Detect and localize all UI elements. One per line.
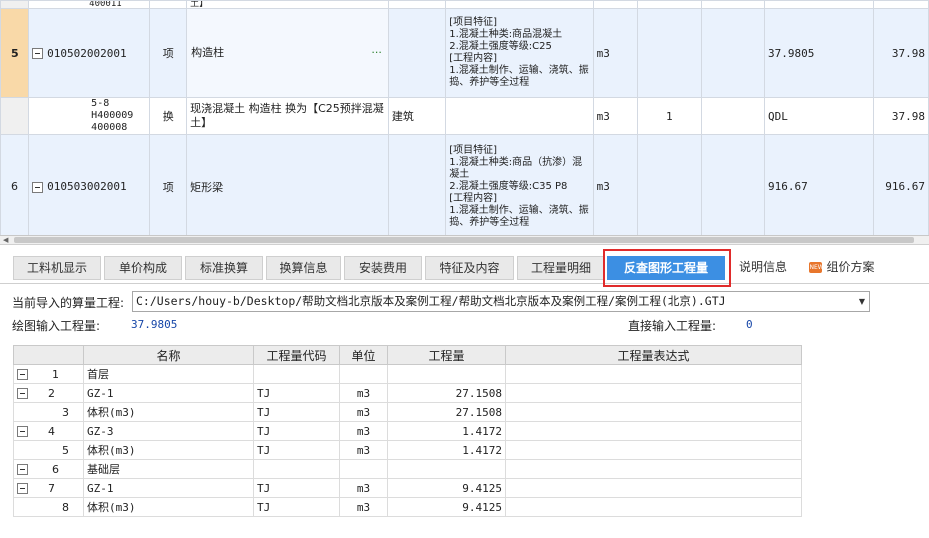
qty-cell[interactable]: 916.67 [764,134,874,235]
header-qty: 工程量 [387,345,506,365]
new-badge-icon: NEW [809,262,824,273]
draw-qty-value: 37.9805 [131,318,178,331]
category-cell [387,8,447,98]
category-cell: 建筑 [387,97,447,135]
tab-install-cost[interactable]: 安装费用 [344,256,422,280]
table-row[interactable]: 8 体积(m3) TJ m3 9.4125 [13,497,802,517]
bill-items-table: 400011 土】 5 010502002001 项 构造柱 ··· [项目特征]… [0,0,929,235]
table-row[interactable]: 2 GZ-1 TJ m3 27.1508 [13,383,802,403]
name-cell: 体积(m3) [83,497,254,517]
name-cell[interactable]: 现浇混凝土 构造柱 换为【C25预拌混凝土】 [186,97,389,135]
table-row[interactable]: 7 GZ-1 TJ m3 9.4125 [13,478,802,498]
collapse-icon[interactable] [17,426,28,437]
name-cell: 首层 [83,364,254,384]
import-project-select[interactable]: C:/Users/houy-b/Desktop/帮助文档北京版本及案例工程/帮助… [132,291,870,312]
table-row[interactable]: 1 首层 [13,364,802,384]
collapse-icon[interactable] [17,483,28,494]
category-cell [387,134,447,235]
name-cell: GZ-3 [83,421,254,441]
code-cell[interactable]: 5-8 H400009 400008 [28,97,151,135]
name-cell[interactable]: 矩形梁 [186,134,389,235]
table-row[interactable]: 3 体积(m3) TJ m3 27.1508 [13,402,802,422]
unit-cell: m3 [592,97,638,135]
name-cell: GZ-1 [83,478,254,498]
name-cell: 体积(m3) [83,402,254,422]
name-cell: 体积(m3) [83,440,254,460]
bill-items-grid: 400011 土】 5 010502002001 项 构造柱 ··· [项目特征]… [0,0,929,236]
header-expr: 工程量表达式 [505,345,802,365]
chevron-down-icon[interactable]: ▼ [859,292,865,311]
name-cell: 基础层 [83,459,254,479]
collapse-icon[interactable] [32,181,44,193]
table-row[interactable]: 5-8 H400009 400008 换 现浇混凝土 构造柱 换为【C25预拌混… [0,97,929,135]
more-icon[interactable]: ··· [371,10,382,97]
table-row[interactable]: 5 010502002001 项 构造柱 ··· [项目特征] 1.混凝土种类:商… [0,8,929,98]
type-cell: 换 [149,97,188,135]
highlight-frame [603,249,731,287]
table-header-row: 名称 工程量代码 单位 工程量 工程量表达式 [13,345,802,365]
tab-standard-conversion[interactable]: 标准换算 [185,256,263,280]
row-number [0,0,30,9]
direct-qty-value: 0 [746,318,753,331]
horizontal-scrollbar[interactable]: ◀ [0,236,929,245]
tab-description[interactable]: 说明信息 [731,256,795,280]
total-cell: 37.98 [872,97,929,135]
table-row[interactable]: 5 体积(m3) TJ m3 1.4172 [13,440,802,460]
header-name: 名称 [83,345,254,365]
name-cell-editor[interactable]: 构造柱 ··· [187,9,388,97]
tab-pricing-plan[interactable]: NEW 组价方案 [800,256,884,280]
type-cell: 项 [149,134,188,235]
collapse-icon[interactable] [17,388,28,399]
total-cell: 916.67 [872,134,929,235]
tab-unit-price[interactable]: 单价构成 [104,256,182,280]
current-import-label: 当前导入的算量工程: [12,296,125,310]
qty-expr-cell[interactable]: 1 [636,97,703,135]
detail-tabs: 工料机显示 单价构成 标准换算 换算信息 安装费用 特征及内容 工程量明细 反查… [0,246,929,284]
name-cell[interactable]: 土】 [186,0,389,9]
tab-labor-material[interactable]: 工料机显示 [13,256,101,280]
code-cell[interactable]: 400011 [28,0,151,9]
row-number: 6 [0,134,30,235]
unit-cell: m3 [592,8,638,98]
scrollbar-thumb[interactable] [14,237,914,243]
table-row[interactable]: 4 GZ-3 TJ m3 1.4172 [13,421,802,441]
qty-cell[interactable]: 37.9805 [764,8,874,98]
collapse-icon[interactable] [17,464,28,475]
features-cell[interactable]: [项目特征] 1.混凝土种类:商品（抗渗）混凝土 2.混凝土强度等级:C35 P… [445,134,594,235]
direct-qty-label: 直接输入工程量: [628,319,717,333]
header-unit: 单位 [339,345,388,365]
collapse-icon[interactable] [32,48,44,59]
tab-conversion-info[interactable]: 换算信息 [266,256,341,280]
code-cell: 010502002001 [47,46,127,60]
table-row[interactable]: 400011 土】 [0,0,929,9]
collapse-icon[interactable] [17,369,28,380]
qty-cell[interactable]: QDL [764,97,874,135]
total-cell: 37.98 [872,8,929,98]
header-code: 工程量代码 [253,345,340,365]
tab-qty-detail[interactable]: 工程量明细 [517,256,605,280]
tab-features[interactable]: 特征及内容 [425,256,514,280]
code-cell: 010503002001 [47,180,127,193]
name-cell: GZ-1 [83,383,254,403]
table-row[interactable]: 6 基础层 [13,459,802,479]
draw-qty-label: 绘图输入工程量: [12,319,101,333]
type-cell: 项 [149,8,188,98]
features-cell[interactable]: [项目特征] 1.混凝土种类:商品混凝土 2.混凝土强度等级:C25 [工程内容… [445,8,594,98]
unit-cell: m3 [592,134,638,235]
table-row[interactable]: 6 010503002001 项 矩形梁 [项目特征] 1.混凝土种类:商品（抗… [0,134,929,235]
scroll-left-icon[interactable]: ◀ [3,236,8,244]
graphic-qty-table: 名称 工程量代码 单位 工程量 工程量表达式 1 首层 2 GZ-1 TJ m3… [13,345,802,517]
row-number: 5 [0,8,30,98]
